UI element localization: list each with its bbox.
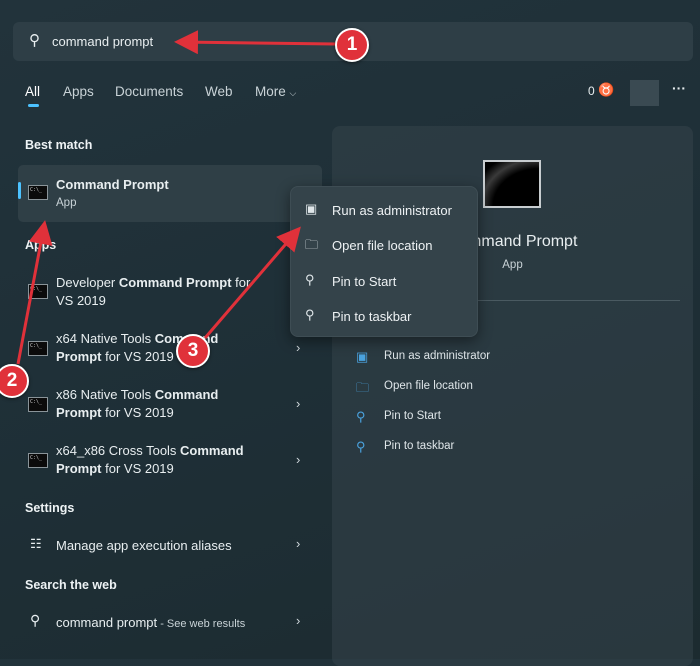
annotation-marker-1: 1 bbox=[335, 28, 369, 62]
annotation-arrow-1 bbox=[174, 30, 337, 55]
annotation-arrow-3 bbox=[203, 226, 301, 339]
annotation-marker-3: 3 bbox=[176, 334, 210, 368]
annotation-arrows bbox=[16, 30, 337, 365]
annotation-arrow-2 bbox=[16, 220, 53, 365]
